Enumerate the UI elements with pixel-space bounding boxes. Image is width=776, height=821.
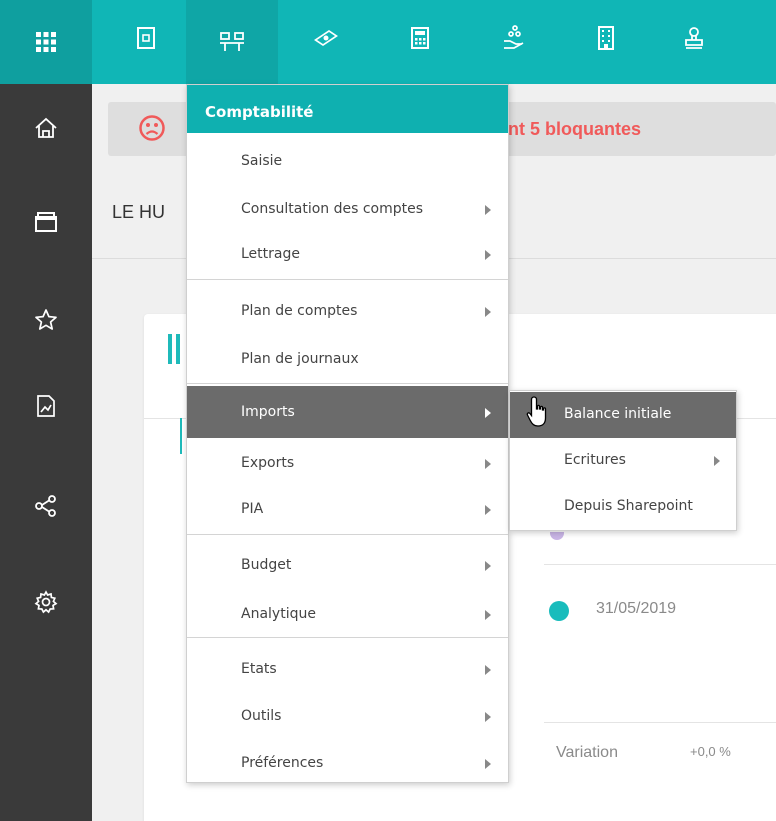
submenu-arrow-icon xyxy=(485,665,491,675)
submenu-arrow-icon xyxy=(485,561,491,571)
active-tab-indicator xyxy=(180,418,182,454)
submenu-item-label: Balance initiale xyxy=(564,406,672,422)
menu-item-label: Exports xyxy=(241,455,295,471)
divider xyxy=(544,564,776,565)
menu-item-label: Budget xyxy=(241,557,292,573)
submenu-arrow-icon xyxy=(485,712,491,722)
variation-value: +0,0 % xyxy=(690,744,731,759)
menu-item-plan-journaux[interactable]: Plan de journaux xyxy=(187,333,508,385)
menu-item-label: Lettrage xyxy=(241,246,300,262)
windows-icon xyxy=(35,212,57,232)
menu-separator xyxy=(187,383,508,384)
sidebar-item-share[interactable] xyxy=(28,488,64,524)
calculator-icon xyxy=(411,27,429,49)
menu-item-label: Analytique xyxy=(241,606,316,622)
settings-icon xyxy=(34,590,58,614)
submenu-arrow-icon xyxy=(485,610,491,620)
divider xyxy=(544,722,776,723)
report-chart-icon xyxy=(37,395,55,417)
menu-separator xyxy=(187,637,508,638)
sidebar-item-home[interactable] xyxy=(28,110,64,146)
menu-item-saisie[interactable]: Saisie xyxy=(187,135,508,187)
menu-item-plan-comptes[interactable]: Plan de comptes xyxy=(187,285,508,337)
submenu-arrow-icon xyxy=(485,759,491,769)
menu-item-label: Plan de comptes xyxy=(241,303,358,319)
submenu-arrow-icon xyxy=(485,307,491,317)
accounting-button[interactable] xyxy=(186,0,278,84)
menu-separator xyxy=(187,279,508,280)
alert-text: nt 5 bloquantes xyxy=(508,119,642,139)
menu-item-label: Imports xyxy=(241,404,295,420)
stamp-icon xyxy=(685,27,703,49)
submenu-arrow-icon xyxy=(485,408,491,418)
menu-item-label: Etats xyxy=(241,661,277,677)
calculator-button[interactable] xyxy=(400,18,440,58)
menu-item-lettrage[interactable]: Lettrage xyxy=(187,228,508,280)
submenu-item-label: Depuis Sharepoint xyxy=(564,498,693,514)
company-name: LE HU xyxy=(112,202,166,222)
menu-item-label: PIA xyxy=(241,501,264,517)
stamp-button[interactable] xyxy=(674,18,714,58)
org-chart-icon xyxy=(220,32,244,51)
menu-item-label: Outils xyxy=(241,708,282,724)
accounting-menu: Comptabilité Saisie Consultation des com… xyxy=(186,84,509,783)
top-toolbar xyxy=(0,0,776,84)
legend-dot-teal xyxy=(549,601,569,621)
submenu-item-label: Ecritures xyxy=(564,452,626,468)
submenu-arrow-icon xyxy=(485,459,491,469)
menu-item-label: Plan de journaux xyxy=(241,351,359,367)
sad-face-icon xyxy=(139,115,165,141)
submenu-item-sharepoint[interactable]: Depuis Sharepoint xyxy=(510,484,736,530)
star-icon xyxy=(35,309,57,330)
hand-coins-button[interactable] xyxy=(494,18,534,58)
building-button[interactable] xyxy=(586,18,626,58)
menu-item-label: Préférences xyxy=(241,755,324,771)
menu-item-analytique[interactable]: Analytique xyxy=(187,588,508,640)
menu-item-label: Consultation des comptes xyxy=(241,201,424,217)
left-sidebar xyxy=(0,84,92,821)
submenu-arrow-icon xyxy=(714,456,720,466)
menu-header: Comptabilité xyxy=(187,85,508,133)
variation-label: Variation xyxy=(556,744,618,761)
menu-item-etats[interactable]: Etats xyxy=(187,643,508,695)
building-icon xyxy=(598,26,614,50)
menu-item-exports[interactable]: Exports xyxy=(187,437,508,489)
menu-item-outils[interactable]: Outils xyxy=(187,690,508,742)
menu-separator xyxy=(187,534,508,535)
money-button[interactable] xyxy=(306,18,346,58)
menu-item-budget[interactable]: Budget xyxy=(187,539,508,591)
submenu-arrow-icon xyxy=(485,250,491,260)
document-button[interactable] xyxy=(126,18,166,58)
card-title-marker xyxy=(168,334,172,364)
card-title-marker xyxy=(176,334,180,364)
submenu-arrow-icon xyxy=(485,205,491,215)
share-icon xyxy=(35,495,56,517)
menu-item-preferences[interactable]: Préférences xyxy=(187,737,508,789)
home-icon xyxy=(35,117,57,138)
sidebar-item-reports[interactable] xyxy=(28,388,64,424)
sidebar-item-favorites[interactable] xyxy=(28,302,64,338)
sidebar-item-windows[interactable] xyxy=(28,204,64,240)
submenu-arrow-icon xyxy=(485,505,491,515)
date-label: 31/05/2019 xyxy=(596,600,677,617)
menu-item-label: Saisie xyxy=(241,153,283,169)
menu-item-pia[interactable]: PIA xyxy=(187,483,508,535)
apps-grid-icon xyxy=(36,32,56,52)
document-icon xyxy=(137,27,155,49)
apps-grid-button[interactable] xyxy=(0,0,92,84)
menu-item-imports[interactable]: Imports xyxy=(187,386,508,438)
submenu-item-ecritures[interactable]: Ecritures xyxy=(510,438,736,484)
hand-pointer-cursor-icon xyxy=(526,396,547,427)
legend-dot-purple xyxy=(550,532,564,540)
hand-coins-icon xyxy=(504,25,524,49)
sidebar-item-settings[interactable] xyxy=(28,584,64,620)
money-icon xyxy=(314,30,338,46)
